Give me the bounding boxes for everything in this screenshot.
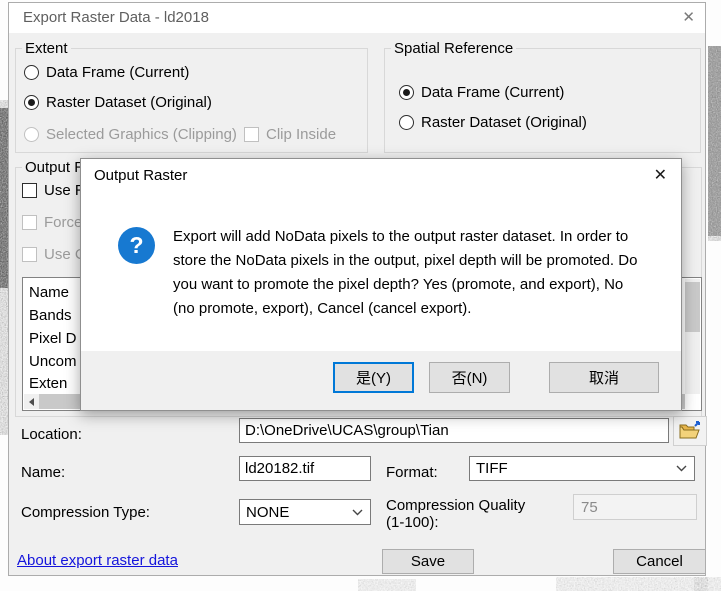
checkbox-label: Force [44,213,83,231]
radio-label: Data Frame (Current) [421,83,565,101]
compression-quality-input: 75 [573,494,697,520]
dialog-title: Export Raster Data - ld2018 [23,9,209,26]
radio-data-frame-spatial[interactable]: Data Frame (Current) [399,82,564,102]
scrollbar-thumb[interactable] [685,282,700,332]
list-item: Uncom [29,353,77,370]
checkbox-icon [22,182,37,198]
checkbox-icon [22,214,37,230]
yes-button[interactable]: 是(Y) [333,362,414,393]
checkbox-label: Clip Inside [266,125,337,143]
cancel-button[interactable]: Cancel [613,549,706,574]
close-icon[interactable]: ✕ [682,3,695,33]
compression-quality-label: Compression Quality (1-100): [386,497,526,531]
use-renderer-checkbox[interactable]: Use R [22,180,86,200]
chevron-down-icon [352,509,363,516]
radio-label: Raster Dataset (Original) [46,93,212,111]
extent-group-label: Extent [22,40,71,57]
compression-type-label: Compression Type: [21,504,150,521]
about-export-raster-data-link[interactable]: About export raster data [17,552,178,569]
compression-type-value: NONE [246,503,290,521]
radio-raster-dataset-spatial[interactable]: Raster Dataset (Original) [399,112,587,132]
name-label: Name: [21,464,66,481]
list-item: Exten [29,375,68,392]
modal-cancel-button[interactable]: 取消 [549,362,659,393]
dialog-titlebar: Export Raster Data - ld2018 ✕ [9,3,705,33]
desktop-background: Export Raster Data - ld2018 ✕ Extent Dat… [0,0,721,591]
open-folder-icon [679,421,700,439]
location-label: Location: [21,426,82,443]
use-colormap-checkbox: Use C [22,244,86,264]
compression-type-dropdown[interactable]: NONE [239,499,371,525]
output-raster-message-dialog: Output Raster ✕ ? Export will add NoData… [80,158,682,411]
close-icon[interactable]: ✕ [654,159,667,193]
modal-message: Export will add NoData pixels to the out… [173,228,638,317]
list-item: Bands [29,307,72,324]
spatial-reference-group-label: Spatial Reference [391,40,517,57]
radio-icon [24,64,39,80]
radio-label: Raster Dataset (Original) [421,113,587,131]
format-value: TIFF [476,460,508,477]
clip-inside-checkbox: Clip Inside [244,124,336,144]
modal-title: Output Raster [94,167,188,184]
radio-raster-dataset-extent[interactable]: Raster Dataset (Original) [24,92,212,112]
force-rgb-checkbox: Force [22,212,82,232]
save-button[interactable]: Save [382,549,474,574]
radio-data-frame-extent[interactable]: Data Frame (Current) [24,62,189,82]
radio-selected-icon [24,94,39,110]
format-label: Format: [386,464,438,481]
name-input[interactable] [239,456,371,481]
radio-label: Data Frame (Current) [46,63,190,81]
radio-disabled-icon [24,126,39,142]
extent-group: Extent Data Frame (Current) Raster Datas… [15,40,368,153]
list-item: Pixel D [29,330,77,347]
spatial-reference-group: Spatial Reference Data Frame (Current) R… [384,40,701,153]
browse-folder-button[interactable] [673,416,707,446]
output-raster-group-label: Output R [22,159,89,176]
radio-label: Selected Graphics (Clipping) [46,125,237,143]
chevron-down-icon [676,465,687,472]
scroll-left-icon[interactable] [24,394,39,409]
checkbox-icon [22,246,37,262]
format-dropdown[interactable]: TIFF [469,456,695,481]
vertical-scrollbar[interactable] [685,279,700,394]
radio-selected-icon [399,84,414,100]
checkbox-icon [244,126,259,142]
radio-selected-graphics: Selected Graphics (Clipping) [24,124,237,144]
location-input[interactable] [239,418,669,443]
radio-icon [399,114,414,130]
question-mark-icon: ? [118,227,155,264]
no-button[interactable]: 否(N) [429,362,510,393]
list-item: Name [29,284,70,301]
